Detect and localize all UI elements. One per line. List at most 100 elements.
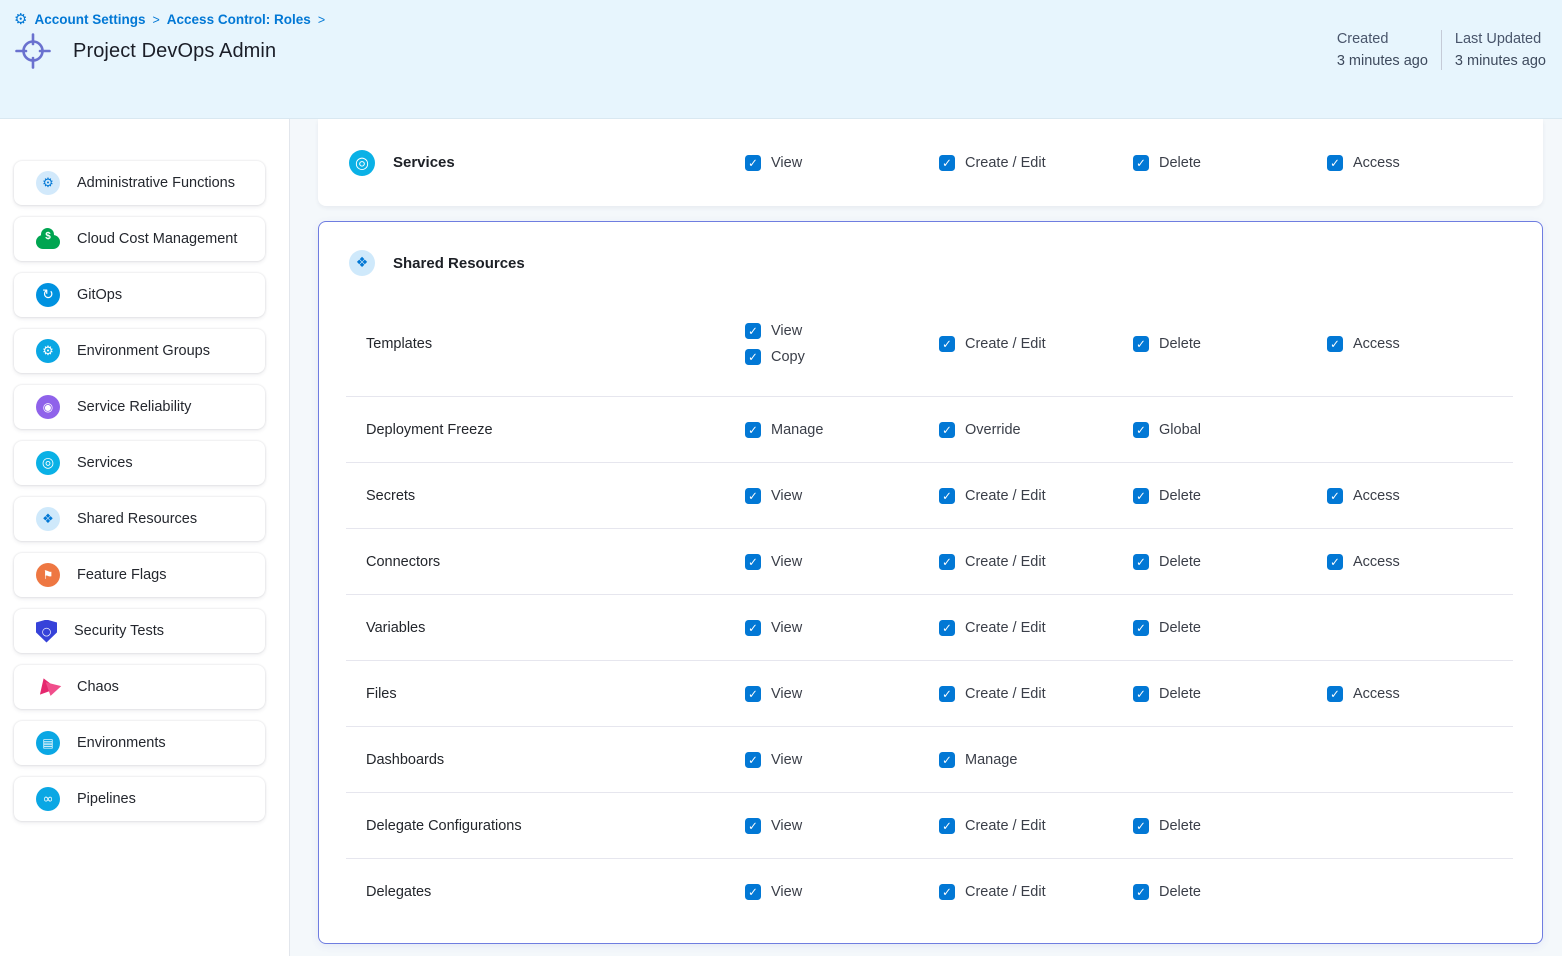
permission-checkbox[interactable]: ✓ bbox=[745, 884, 761, 900]
last-updated-label: Last Updated bbox=[1455, 28, 1546, 50]
sidebar-item-environment-groups[interactable]: ⚙Environment Groups bbox=[14, 329, 265, 373]
permission-checkbox[interactable]: ✓ bbox=[1133, 620, 1149, 636]
permission-checkbox[interactable]: ✓ bbox=[745, 752, 761, 768]
permission-checkbox[interactable]: ✓ bbox=[939, 752, 955, 768]
permission-cell: ✓ Create / Edit bbox=[939, 488, 1133, 504]
permission-checkbox[interactable]: ✓ bbox=[939, 422, 955, 438]
created-label: Created bbox=[1337, 28, 1428, 50]
permission-label: Delete bbox=[1159, 554, 1201, 570]
permission-manage: ✓Manage bbox=[745, 422, 939, 438]
permission-cell: ✓Delete bbox=[1133, 686, 1327, 702]
services-card-header: ◎ Services bbox=[318, 150, 745, 176]
permission-checkbox[interactable]: ✓ bbox=[745, 686, 761, 702]
permission-checkbox[interactable]: ✓ bbox=[1133, 686, 1149, 702]
permission-delete: ✓Delete bbox=[1133, 155, 1327, 171]
permission-delete: ✓ Delete bbox=[1133, 554, 1327, 570]
permission-checkbox[interactable]: ✓ bbox=[745, 488, 761, 504]
permission-checkbox[interactable]: ✓ bbox=[1133, 422, 1149, 438]
sidebar-item-pipelines[interactable]: ∞Pipelines bbox=[14, 777, 265, 821]
permission-cell: ✓ Create / Edit bbox=[939, 884, 1133, 900]
breadcrumb-link-0[interactable]: Account Settings bbox=[34, 12, 145, 27]
account-settings-gear-icon[interactable]: ⚙ bbox=[14, 12, 27, 27]
permission-checkbox[interactable]: ✓ bbox=[1133, 155, 1149, 171]
permission-checkbox[interactable]: ✓ bbox=[939, 686, 955, 702]
breadcrumb: ⚙Account Settings>Access Control: Roles> bbox=[0, 0, 1562, 27]
permission-checkbox[interactable]: ✓ bbox=[1133, 488, 1149, 504]
permission-label: Access bbox=[1353, 554, 1400, 570]
permission-view: ✓View bbox=[745, 686, 939, 702]
permission-cell: ✓ Access bbox=[1327, 155, 1521, 171]
sidebar-item-administrative-functions[interactable]: ⚙Administrative Functions bbox=[14, 161, 265, 205]
permission-cell: ✓View bbox=[745, 155, 939, 171]
permission-checkbox[interactable]: ✓ bbox=[939, 155, 955, 171]
permission-checkbox[interactable]: ✓ bbox=[1133, 884, 1149, 900]
permission-checkbox[interactable]: ✓ bbox=[1327, 155, 1343, 171]
permission-checkbox[interactable]: ✓ bbox=[939, 554, 955, 570]
permission-label: Access bbox=[1353, 155, 1400, 171]
permission-label: Delete bbox=[1159, 488, 1201, 504]
resource-row-dashboards: Dashboards✓View✓Manage bbox=[319, 727, 1542, 792]
page-header: ⚙Account Settings>Access Control: Roles>… bbox=[0, 0, 1562, 119]
permission-checkbox[interactable]: ✓ bbox=[1133, 818, 1149, 834]
permission-checkbox[interactable]: ✓ bbox=[745, 818, 761, 834]
sidebar-item-environments[interactable]: ▤Environments bbox=[14, 721, 265, 765]
permission-checkbox[interactable]: ✓ bbox=[1133, 336, 1149, 352]
permission-label: Access bbox=[1353, 488, 1400, 504]
resource-label: Deployment Freeze bbox=[319, 422, 745, 438]
permission-cell: ✓ Access bbox=[1327, 554, 1521, 570]
sidebar-item-label: Services bbox=[77, 455, 133, 471]
sidebar-item-cloud-cost-management[interactable]: $Cloud Cost Management bbox=[14, 217, 265, 261]
permission-label: View bbox=[771, 554, 802, 570]
permission-label: Copy bbox=[771, 349, 805, 365]
permission-checkbox[interactable]: ✓ bbox=[1327, 686, 1343, 702]
sidebar-item-services[interactable]: ◎ Services bbox=[14, 441, 265, 485]
permission-checkbox[interactable]: ✓ bbox=[1133, 554, 1149, 570]
permission-cell: ✓ Delete bbox=[1133, 884, 1327, 900]
permission-checkbox[interactable]: ✓ bbox=[1327, 488, 1343, 504]
sidebar-item-security-tests[interactable]: ○Security Tests bbox=[14, 609, 265, 653]
permission-checkbox[interactable]: ✓ bbox=[745, 349, 761, 365]
sidebar-item-chaos[interactable]: Chaos bbox=[14, 665, 265, 709]
permission-checkbox[interactable]: ✓ bbox=[745, 155, 761, 171]
sidebar-item-service-reliability[interactable]: ◉Service Reliability bbox=[14, 385, 265, 429]
permission-checkbox[interactable]: ✓ bbox=[745, 422, 761, 438]
permission-checkbox[interactable]: ✓ bbox=[939, 818, 955, 834]
resource-label: Secrets bbox=[319, 488, 745, 504]
breadcrumb-link-1[interactable]: Access Control: Roles bbox=[167, 12, 311, 27]
permission-label: View bbox=[771, 323, 802, 339]
permission-checkbox[interactable]: ✓ bbox=[745, 554, 761, 570]
last-updated-meta: Last Updated 3 minutes ago bbox=[1455, 28, 1546, 72]
last-updated-value: 3 minutes ago bbox=[1455, 50, 1546, 72]
permission-checkbox[interactable]: ✓ bbox=[745, 323, 761, 339]
permission-checkbox[interactable]: ✓ bbox=[1327, 554, 1343, 570]
sidebar-item-shared-resources[interactable]: ❖Shared Resources bbox=[14, 497, 265, 541]
permission-create-edit: ✓Create / Edit bbox=[939, 155, 1133, 171]
permission-access: ✓Access bbox=[1327, 686, 1521, 702]
permission-delete: ✓ Delete bbox=[1133, 488, 1327, 504]
resource-row-connectors: Connectors✓View✓Create / Edit✓Delete✓Acc… bbox=[319, 529, 1542, 594]
permission-label: Create / Edit bbox=[965, 884, 1046, 900]
permission-checkbox[interactable]: ✓ bbox=[1327, 336, 1343, 352]
permission-delete: ✓Delete bbox=[1133, 620, 1327, 636]
permission-checkbox[interactable]: ✓ bbox=[939, 620, 955, 636]
permission-cell: ✓Delete bbox=[1133, 620, 1327, 636]
permission-cell: ✓Create / Edit bbox=[939, 818, 1133, 834]
resource-row-delegates: Delegates✓View✓Create / Edit✓Delete bbox=[319, 859, 1542, 924]
shared-resources-card-header: ❖ Shared Resources bbox=[349, 250, 1542, 276]
resource-label: Variables bbox=[319, 620, 745, 636]
permission-checkbox[interactable]: ✓ bbox=[939, 488, 955, 504]
permission-label: Create / Edit bbox=[965, 488, 1046, 504]
sidebar-item-label: Feature Flags bbox=[77, 567, 166, 583]
permission-checkbox[interactable]: ✓ bbox=[745, 620, 761, 636]
permission-checkbox[interactable]: ✓ bbox=[939, 336, 955, 352]
resource-label: Delegates bbox=[319, 884, 745, 900]
services-icon: ◎ bbox=[36, 451, 60, 475]
sidebar-item-label: Chaos bbox=[77, 679, 119, 695]
sidebar-item-gitops[interactable]: ↻GitOps bbox=[14, 273, 265, 317]
permission-label: Delete bbox=[1159, 884, 1201, 900]
permission-view: ✓View bbox=[745, 884, 939, 900]
permission-label: Manage bbox=[965, 752, 1017, 768]
sidebar-item-feature-flags[interactable]: ⚑Feature Flags bbox=[14, 553, 265, 597]
permission-checkbox[interactable]: ✓ bbox=[939, 884, 955, 900]
resource-row-files: Files✓View✓Create / Edit✓Delete✓Access bbox=[319, 661, 1542, 726]
